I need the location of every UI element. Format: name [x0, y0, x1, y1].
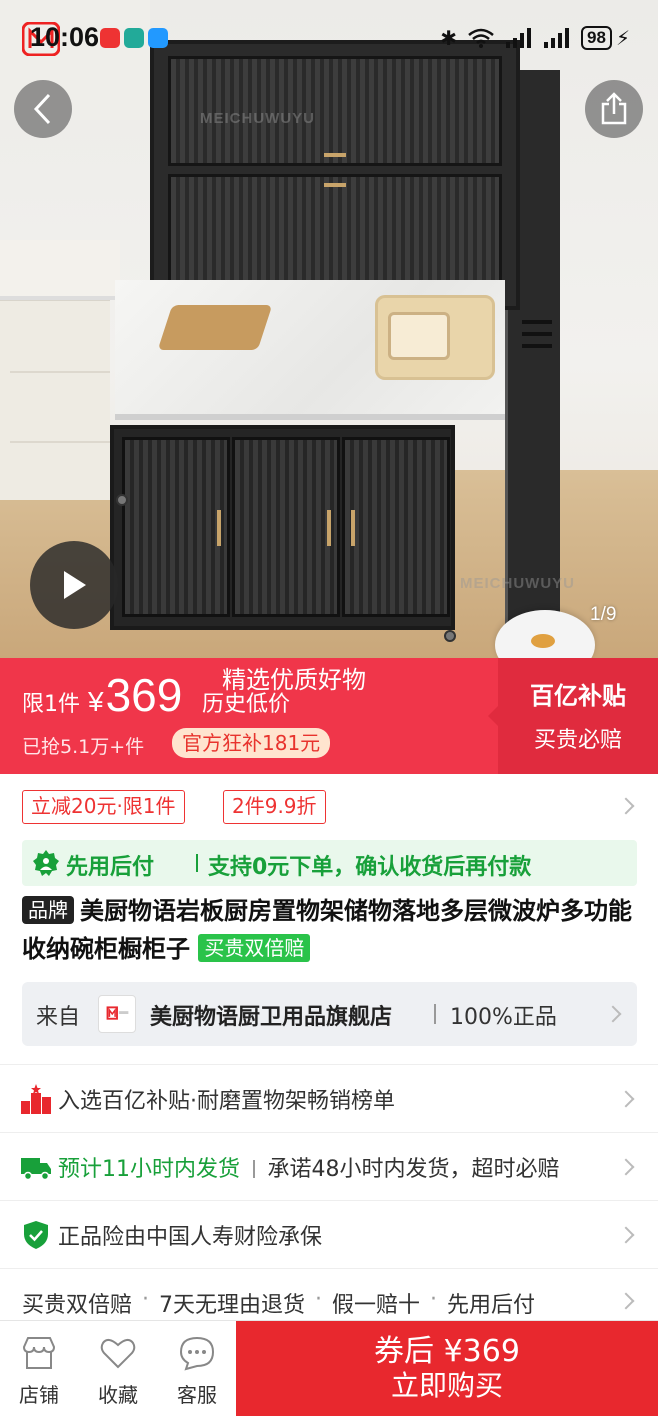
- separator-dot: ·: [142, 1287, 150, 1312]
- side-cabinet-decor: [0, 300, 110, 500]
- ranking-podium-icon: [21, 1084, 51, 1114]
- buy-now-button[interactable]: 券后 ¥369 立即购买: [236, 1321, 658, 1416]
- app-notification-icon: [148, 28, 168, 48]
- signal-icon: [544, 28, 570, 48]
- divider: [196, 854, 198, 872]
- notification-icons: [100, 28, 168, 48]
- currency-symbol: ¥: [88, 686, 104, 717]
- watermark: MEICHUWUYU: [200, 110, 315, 127]
- coupon-row[interactable]: 立减20元·限1件 2件9.9折: [0, 774, 658, 838]
- heart-icon: [100, 1339, 136, 1369]
- history-low-label: 历史低价: [202, 692, 291, 717]
- product-title-text: 美厨物语岩板厨房置物架储物落地多层微波炉多功能收纳碗柜橱柜子: [22, 897, 632, 963]
- price: ¥369: [88, 668, 182, 722]
- status-bar: 10:06 ✱ 98 ⚡: [0, 18, 658, 62]
- subsidy-badge: 官方狂补181元: [172, 728, 331, 758]
- service-item: 7天无理由退货: [159, 1293, 306, 1318]
- delivery-truck-icon: [21, 1158, 51, 1181]
- price-banner: 限1件 ¥369 精选优质好物 历史低价 已抢5.1万+件 官方狂补181元 百…: [0, 658, 658, 774]
- tab-label: 收藏: [98, 1383, 138, 1407]
- chevron-right-icon: [617, 1226, 635, 1244]
- image-counter: 1/9: [590, 604, 617, 625]
- subsidy-panel[interactable]: 百亿补贴 买贵必赔: [488, 658, 658, 774]
- coupon-tag[interactable]: 2件9.9折: [223, 790, 326, 824]
- shield-check-icon: [24, 1221, 48, 1249]
- chevron-right-icon: [617, 797, 635, 815]
- chevron-right-icon: [617, 1292, 635, 1310]
- bottom-action-bar: 店铺 收藏 客服 券后 ¥369 立即购买: [0, 1320, 658, 1416]
- tab-label: 客服: [177, 1383, 217, 1407]
- product-image-gallery[interactable]: MEICHUWUYU MEICHUWUYU 10:06 ✱ 98 ⚡ 1/9: [0, 0, 658, 660]
- service-item: 假一赔十: [332, 1293, 421, 1318]
- share-button[interactable]: [585, 80, 643, 138]
- brand-tag: 品牌: [22, 896, 74, 924]
- buy-now-label: 立即购买: [390, 1369, 503, 1402]
- wheel: [444, 630, 456, 642]
- pay-later-desc: 支持0元下单，确认收货后再付款: [208, 855, 532, 880]
- store-logo-icon: [98, 995, 136, 1033]
- bluetooth-icon: ✱: [440, 26, 458, 50]
- pay-later-badge-icon: [33, 850, 59, 876]
- pay-later-banner[interactable]: 先用后付 支持0元下单，确认收货后再付款: [22, 840, 637, 886]
- charging-icon: ⚡: [615, 26, 630, 50]
- pay-later-title: 先用后付: [66, 855, 155, 880]
- shipping-text: 预计11小时内发货 承诺48小时内发货，超时必赔: [58, 1151, 560, 1183]
- store-icon: [22, 1337, 56, 1369]
- separator-dot: ·: [430, 1287, 438, 1312]
- customer-service-tab[interactable]: 客服: [158, 1335, 236, 1408]
- cabinet-base: [110, 425, 455, 630]
- back-button[interactable]: [14, 80, 72, 138]
- coupon-tag[interactable]: 立减20元·限1件: [22, 790, 185, 824]
- service-item: 买贵双倍赔: [22, 1293, 133, 1318]
- service-guarantees-row[interactable]: 买贵双倍赔 · 7天无理由退货 · 假一赔十 · 先用后付: [0, 1268, 658, 1324]
- chevron-right-icon: [617, 1090, 635, 1108]
- signal-icon: [506, 28, 532, 48]
- purchase-limit: 限1件: [22, 692, 80, 717]
- app-notification-icon: [100, 28, 120, 48]
- favorite-tab[interactable]: 收藏: [79, 1335, 157, 1408]
- divider: [434, 1004, 436, 1024]
- watermark: MEICHUWUYU: [460, 575, 575, 592]
- shipping-row[interactable]: 预计11小时内发货 承诺48小时内发货，超时必赔: [0, 1132, 658, 1199]
- store-name: 美厨物语厨卫用品旗舰店: [150, 1005, 393, 1030]
- ranking-row[interactable]: 入选百亿补贴·耐磨置物架畅销榜单: [0, 1064, 658, 1131]
- share-icon: [601, 92, 627, 125]
- product-title: 品牌 美厨物语岩板厨房置物架储物落地多层微波炉多功能收纳碗柜橱柜子 买贵双倍赔: [22, 892, 642, 968]
- shipping-promise: 承诺48小时内发货，超时必赔: [267, 1157, 560, 1182]
- play-icon: [64, 571, 86, 599]
- ranking-text: 入选百亿补贴·耐磨置物架畅销榜单: [58, 1089, 395, 1114]
- cutting-board: [157, 305, 273, 350]
- store-from-label: 来自: [36, 1005, 81, 1030]
- insurance-text: 正品险由中国人寿财险承保: [58, 1225, 323, 1250]
- microwave: [375, 295, 495, 380]
- price-value: 369: [105, 669, 183, 721]
- battery-indicator: 98: [581, 26, 612, 50]
- wifi-icon: [468, 28, 494, 48]
- buy-price-after-coupon: 券后 ¥369: [374, 1334, 520, 1369]
- chevron-left-icon: [33, 93, 51, 125]
- status-time: 10:06: [30, 22, 100, 52]
- price-guarantee-label: 买贵必赔: [533, 728, 622, 753]
- chevron-right-icon: [604, 1005, 622, 1023]
- store-tab[interactable]: 店铺: [0, 1335, 78, 1408]
- store-entry[interactable]: 来自 美厨物语厨卫用品旗舰店 100%正品: [22, 982, 637, 1046]
- double-compensation-tag: 买贵双倍赔: [198, 934, 311, 962]
- app-notification-icon: [124, 28, 144, 48]
- shipping-estimate: 预计11小时内发货: [58, 1157, 240, 1182]
- service-item: 先用后付: [447, 1293, 536, 1318]
- sold-count: 已抢5.1万+件: [22, 736, 145, 758]
- subsidy-title: 百亿补贴: [530, 682, 626, 710]
- divider: [253, 1160, 255, 1178]
- tab-label: 店铺: [19, 1383, 59, 1407]
- authenticity-label: 100%正品: [450, 1005, 557, 1030]
- separator-dot: ·: [315, 1287, 323, 1312]
- chat-bubble-icon: [179, 1336, 215, 1371]
- wheel: [116, 494, 128, 506]
- side-counter-decor: [0, 240, 120, 300]
- play-video-button[interactable]: [30, 541, 118, 629]
- cabinet-hutch: [150, 40, 520, 310]
- chevron-right-icon: [617, 1158, 635, 1176]
- insurance-row[interactable]: 正品险由中国人寿财险承保: [0, 1200, 658, 1267]
